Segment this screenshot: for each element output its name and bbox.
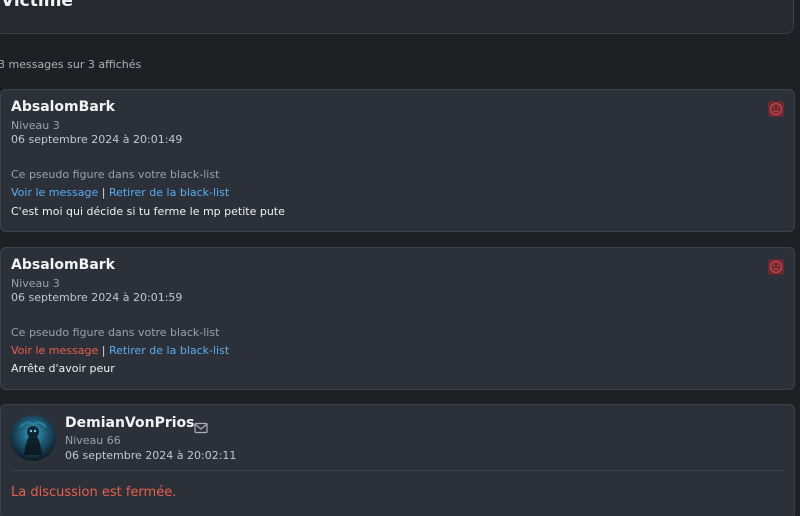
conversation-header: Victime	[0, 0, 794, 34]
message-date: 06 septembre 2024 à 20:02:11	[65, 449, 237, 462]
blacklist-note: Ce pseudo figure dans votre black-list	[11, 326, 220, 339]
link-separator: |	[98, 186, 109, 199]
message-card: AbsalomBark Niveau 3 06 septembre 2024 à…	[0, 247, 795, 390]
author-level: Niveau 66	[65, 434, 121, 447]
message-card: AbsalomBark Niveau 3 06 septembre 2024 à…	[0, 89, 795, 232]
blacklist-note: Ce pseudo figure dans votre black-list	[11, 168, 220, 181]
author-level: Niveau 3	[11, 119, 60, 132]
discussion-closed-notice: La discussion est fermée.	[11, 485, 177, 500]
sad-face-icon	[768, 101, 784, 117]
conversation-page: Victime 3 messages sur 3 affichés Absalo…	[0, 0, 800, 516]
remove-blacklist-link[interactable]: Retirer de la black-list	[109, 186, 229, 199]
message-card: DemianVonPrios Niveau 66 06 septembre 20…	[0, 404, 795, 516]
message-text: Arrête d'avoir peur	[11, 362, 115, 375]
link-separator: |	[98, 344, 109, 357]
message-date: 06 septembre 2024 à 20:01:49	[11, 133, 183, 146]
avatar[interactable]	[10, 415, 56, 461]
blacklist-actions: Voir le message | Retirer de la black-li…	[11, 344, 229, 357]
view-message-link[interactable]: Voir le message	[11, 344, 98, 357]
remove-blacklist-link[interactable]: Retirer de la black-list	[109, 344, 229, 357]
conversation-title: Victime	[1, 0, 73, 11]
author-name[interactable]: AbsalomBark	[11, 257, 115, 273]
message-text: C'est moi qui décide si tu ferme le mp p…	[11, 205, 285, 218]
sad-face-icon	[768, 259, 784, 275]
mail-icon[interactable]	[194, 419, 208, 434]
divider	[11, 470, 784, 471]
message-date: 06 septembre 2024 à 20:01:59	[11, 291, 183, 304]
message-count: 3 messages sur 3 affichés	[0, 58, 142, 71]
author-level: Niveau 3	[11, 277, 60, 290]
author-name[interactable]: AbsalomBark	[11, 99, 115, 115]
author-name[interactable]: DemianVonPrios	[65, 415, 195, 431]
blacklist-actions: Voir le message | Retirer de la black-li…	[11, 186, 229, 199]
view-message-link[interactable]: Voir le message	[11, 186, 98, 199]
